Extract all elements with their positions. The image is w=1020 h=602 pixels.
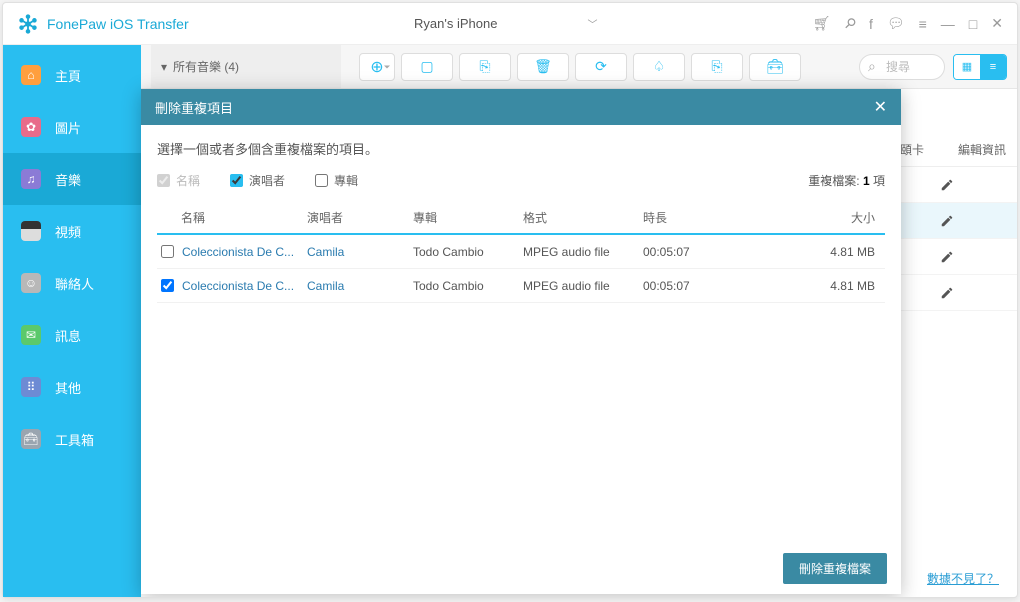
filter-row: 名稱 演唱者 專輯 重複檔案: 1 項	[157, 172, 885, 189]
th-name: 名稱	[157, 209, 307, 226]
sidebar-item-messages[interactable]: ✉ 訊息	[3, 309, 141, 361]
app-window: FonePaw iOS Transfer Ryan's iPhone ﹀ 🛒︎ …	[2, 2, 1018, 598]
to-device-button[interactable]: ▢	[401, 53, 453, 81]
duplicate-count: 重複檔案: 1 項	[808, 172, 885, 189]
modal-body: 選擇一個或者多個含重複檔案的項目。 名稱 演唱者 專輯 重複檔案: 1 項 名稱…	[141, 125, 901, 542]
grid-view-button[interactable]: ▦	[954, 55, 980, 79]
refresh-button[interactable]: ⟳	[575, 53, 627, 81]
image-icon: ✿	[21, 117, 41, 137]
modal-header: 刪除重複項目 ✕	[141, 89, 901, 125]
table-row[interactable]: Coleccionista De C... Camila Todo Cambio…	[157, 269, 885, 303]
search-input[interactable]: 搜尋	[859, 54, 945, 80]
menu-icon[interactable]: ≡	[919, 16, 927, 32]
other-icon: ⠿	[21, 377, 41, 397]
maximize-button[interactable]: □	[969, 16, 977, 32]
th-album: 專輯	[413, 209, 523, 226]
delete-duplicates-button[interactable]: 刪除重複檔案	[783, 553, 887, 584]
toolbar: ⊕ ▢ ⎘ 🗑︎ ⟳ ♤ ⎘ 🧰︎	[359, 53, 801, 81]
sidebar-item-toolbox[interactable]: 🧰︎ 工具箱	[3, 413, 141, 465]
category-title[interactable]: ▾所有音樂 (4)	[151, 45, 341, 88]
chevron-down-icon: ﹀	[587, 16, 597, 31]
title-bar: FonePaw iOS Transfer Ryan's iPhone ﹀ 🛒︎ …	[3, 3, 1017, 45]
to-pc-button[interactable]: ⎘	[459, 53, 511, 81]
filter-artist[interactable]: 演唱者	[230, 172, 285, 189]
device-name: Ryan's iPhone	[414, 16, 497, 31]
device-select[interactable]: Ryan's iPhone ﹀	[404, 16, 597, 31]
th-format: 格式	[523, 209, 643, 226]
list-view-button[interactable]: ≡	[980, 55, 1006, 79]
contacts-icon: ☺	[21, 273, 41, 293]
ringtone-button[interactable]: ♤	[633, 53, 685, 81]
sidebar-label: 視頻	[55, 222, 81, 241]
minimize-button[interactable]: ―	[941, 16, 955, 32]
sidebar: ⌂ 主頁 ✿ 圖片 ♫ 音樂 視頻 ☺ 聯絡人 ✉ 訊息 ⠿ 其他 🧰︎ 工具箱	[3, 45, 141, 597]
sidebar-item-music[interactable]: ♫ 音樂	[3, 153, 141, 205]
checkbox-name	[157, 174, 170, 187]
delete-button[interactable]: 🗑︎	[517, 53, 569, 81]
view-toggle: ▦ ≡	[953, 54, 1007, 80]
video-icon	[21, 221, 41, 241]
copy-button[interactable]: ⎘	[691, 53, 743, 81]
search-wrap: 搜尋 ▦ ≡	[859, 54, 1007, 80]
delete-duplicates-modal: 刪除重複項目 ✕ 選擇一個或者多個含重複檔案的項目。 名稱 演唱者 專輯 重複檔…	[141, 89, 901, 594]
sidebar-label: 主頁	[55, 66, 81, 85]
facebook-icon[interactable]: f	[869, 16, 873, 32]
home-icon: ⌂	[21, 65, 41, 85]
toolbox-icon: 🧰︎	[21, 429, 41, 449]
sidebar-label: 圖片	[55, 118, 81, 137]
sidebar-item-contacts[interactable]: ☺ 聯絡人	[3, 257, 141, 309]
sidebar-label: 其他	[55, 378, 81, 397]
modal-footer: 刪除重複檔案	[141, 542, 901, 594]
filter-name[interactable]: 名稱	[157, 172, 200, 189]
table-header: 名稱 演唱者 專輯 格式 時長 大小	[157, 201, 885, 235]
edit-icon[interactable]	[940, 214, 954, 228]
modal-title: 刪除重複項目	[155, 98, 233, 117]
content-area: ▾所有音樂 (4) ⊕ ▢ ⎘ 🗑︎ ⟳ ♤ ⎘ 🧰︎ 搜尋 ▦ ≡	[141, 45, 1017, 597]
add-button[interactable]: ⊕	[359, 53, 395, 81]
music-icon: ♫	[21, 169, 41, 189]
edit-icon[interactable]	[940, 178, 954, 192]
checkbox-album[interactable]	[315, 174, 328, 187]
triangle-down-icon: ▾	[161, 60, 167, 74]
sidebar-label: 聯絡人	[55, 274, 94, 293]
sidebar-label: 訊息	[55, 326, 81, 345]
main-area: ⌂ 主頁 ✿ 圖片 ♫ 音樂 視頻 ☺ 聯絡人 ✉ 訊息 ⠿ 其他 🧰︎ 工具箱 ▾所有音樂 …	[3, 45, 1017, 597]
close-button[interactable]: ✕	[991, 15, 1003, 32]
feedback-icon[interactable]: 💬︎	[887, 15, 905, 32]
message-icon: ✉	[21, 325, 41, 345]
checkbox-artist[interactable]	[230, 174, 243, 187]
modal-instruction: 選擇一個或者多個含重複檔案的項目。	[157, 139, 885, 158]
th-size: 大小	[733, 209, 885, 226]
sidebar-label: 音樂	[55, 170, 81, 189]
app-title: FonePaw iOS Transfer	[47, 16, 189, 32]
toolbox-button[interactable]: 🧰︎	[749, 53, 801, 81]
modal-close-button[interactable]: ✕	[874, 97, 887, 117]
sidebar-item-home[interactable]: ⌂ 主頁	[3, 49, 141, 101]
help-link[interactable]: 數據不見了？	[927, 570, 999, 587]
edit-icon[interactable]	[940, 250, 954, 264]
th-duration: 時長	[643, 209, 733, 226]
row-checkbox[interactable]	[161, 245, 174, 258]
bg-col-edit: 編輯資訊	[947, 133, 1017, 167]
cart-icon[interactable]: 🛒︎	[813, 15, 831, 32]
window-buttons: 🛒︎ ⚲ f 💬︎ ≡ ― □ ✕	[813, 15, 1003, 32]
key-icon[interactable]: ⚲	[840, 14, 859, 33]
th-artist: 演唱者	[307, 209, 413, 226]
row-checkbox[interactable]	[161, 279, 174, 292]
filter-album[interactable]: 專輯	[315, 172, 358, 189]
sidebar-item-images[interactable]: ✿ 圖片	[3, 101, 141, 153]
edit-icon[interactable]	[940, 286, 954, 300]
sub-header: ▾所有音樂 (4) ⊕ ▢ ⎘ 🗑︎ ⟳ ♤ ⎘ 🧰︎ 搜尋 ▦ ≡	[141, 45, 1017, 89]
table-row[interactable]: Coleccionista De C... Camila Todo Cambio…	[157, 235, 885, 269]
sidebar-item-other[interactable]: ⠿ 其他	[3, 361, 141, 413]
app-logo-icon	[17, 13, 39, 35]
sidebar-label: 工具箱	[55, 430, 94, 449]
sidebar-item-video[interactable]: 視頻	[3, 205, 141, 257]
